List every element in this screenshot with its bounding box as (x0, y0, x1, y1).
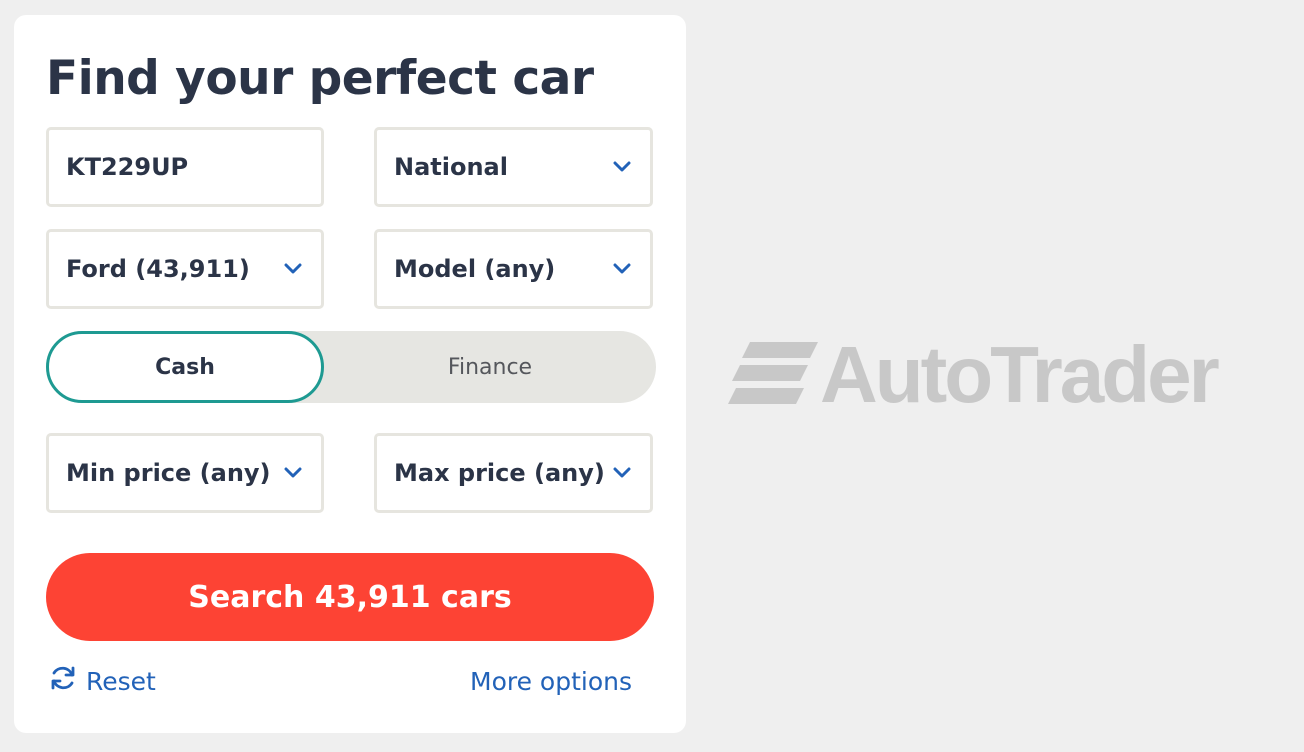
more-options-link[interactable]: More options (470, 663, 632, 699)
chevron-down-icon (612, 160, 632, 174)
page-title: Find your perfect car (46, 51, 594, 106)
model-select[interactable]: Model (any) (374, 229, 653, 309)
autotrader-logo: AutoTrader (728, 330, 1273, 419)
refresh-icon (48, 663, 78, 699)
chevron-down-icon (612, 262, 632, 276)
cash-option[interactable]: Cash (46, 331, 324, 403)
chevron-down-icon (612, 466, 632, 480)
make-select[interactable]: Ford (43,911) (46, 229, 324, 309)
postcode-value: KT229UP (66, 153, 189, 181)
autotrader-stripes-icon (728, 342, 818, 408)
postcode-input[interactable]: KT229UP (46, 127, 324, 207)
logo-wordmark: AutoTrader (820, 330, 1220, 419)
search-button[interactable]: Search 43,911 cars (46, 553, 654, 641)
search-panel: Find your perfect car KT229UP National F… (14, 15, 686, 733)
distance-value: National (394, 153, 508, 181)
payment-toggle: Finance Cash (46, 331, 656, 403)
max-price-value: Max price (any) (394, 459, 605, 487)
finance-option[interactable]: Finance (324, 331, 656, 403)
min-price-value: Min price (any) (66, 459, 271, 487)
chevron-down-icon (283, 466, 303, 480)
reset-link[interactable]: Reset (48, 663, 156, 699)
min-price-select[interactable]: Min price (any) (46, 433, 324, 513)
max-price-select[interactable]: Max price (any) (374, 433, 653, 513)
chevron-down-icon (283, 262, 303, 276)
more-options-label: More options (470, 666, 632, 696)
distance-select[interactable]: National (374, 127, 653, 207)
reset-label: Reset (86, 666, 156, 696)
model-value: Model (any) (394, 255, 556, 283)
make-value: Ford (43,911) (66, 255, 250, 283)
